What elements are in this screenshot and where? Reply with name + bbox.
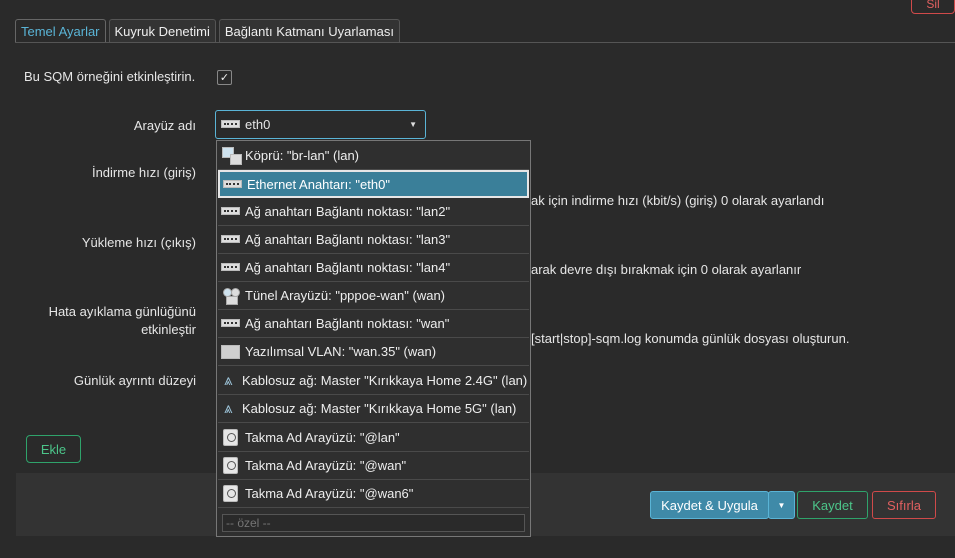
option-label: Ethernet Anahtarı: "eth0" (247, 176, 390, 192)
ethernet-icon (221, 231, 242, 248)
dropdown-option[interactable]: Ağ anahtarı Bağlantı noktası: "wan" (218, 310, 529, 338)
save-apply-dropdown-button[interactable]: ▼ (768, 491, 795, 519)
download-help: ak için indirme hızı (kbit/s) (giriş) 0 … (531, 193, 825, 208)
interface-select[interactable]: eth0 ▼ (215, 110, 426, 139)
upload-label: Yükleme hızı (çıkış) (81, 235, 196, 250)
dropdown-option[interactable]: ⩓ Kablosuz ağ: Master "Kırıkkaya Home 2.… (218, 367, 529, 395)
option-label: Ağ anahtarı Bağlantı noktası: "lan3" (245, 232, 451, 247)
dropdown-option[interactable]: Yazılımsal VLAN: "wan.35" (wan) (218, 338, 529, 366)
ethernet-icon (223, 176, 244, 193)
alias-icon (221, 429, 242, 446)
tab-basic-settings[interactable]: Temel Ayarlar (15, 19, 106, 42)
chevron-down-icon: ▼ (409, 120, 417, 129)
interface-dropdown: Köprü: "br-lan" (lan) Ethernet Anahtarı:… (216, 140, 531, 537)
vlan-icon (221, 343, 242, 360)
dropdown-option[interactable]: Tünel Arayüzü: "pppoe-wan" (wan) (218, 282, 529, 310)
custom-interface-input[interactable] (222, 514, 525, 532)
option-label: Ağ anahtarı Bağlantı noktası: "wan" (245, 316, 450, 331)
save-apply-button[interactable]: Kaydet & Uygula (650, 491, 769, 519)
ethernet-icon (221, 259, 242, 276)
dropdown-option-selected[interactable]: Ethernet Anahtarı: "eth0" (218, 170, 529, 198)
dropdown-option[interactable]: Köprü: "br-lan" (lan) (218, 142, 529, 170)
option-label: Köprü: "br-lan" (lan) (245, 148, 359, 163)
tunnel-icon (221, 287, 242, 305)
debug-label-line2: etkinleştir (141, 322, 196, 337)
dropdown-option[interactable]: ⩓ Kablosuz ağ: Master "Kırıkkaya Home 5G… (218, 395, 529, 423)
dropdown-option[interactable]: Takma Ad Arayüzü: "@wan" (218, 452, 529, 480)
dropdown-option[interactable]: Ağ anahtarı Bağlantı noktası: "lan3" (218, 226, 529, 254)
dropdown-option[interactable]: Takma Ad Arayüzü: "@wan6" (218, 480, 529, 508)
interface-select-value: eth0 (245, 117, 271, 132)
enable-label: Bu SQM örneğini etkinleştirin. (24, 69, 196, 84)
option-label: Takma Ad Arayüzü: "@wan6" (245, 486, 414, 501)
upload-help: arak devre dışı bırakmak için 0 olarak a… (531, 262, 802, 277)
tab-link-layer[interactable]: Bağlantı Katmanı Uyarlaması (218, 19, 400, 42)
ethernet-icon (221, 116, 242, 133)
download-label: İndirme hızı (giriş) (91, 165, 196, 180)
wifi-icon: ⩓ (224, 372, 233, 389)
option-label: Kablosuz ağ: Master "Kırıkkaya Home 2.4G… (242, 373, 528, 388)
option-label: Ağ anahtarı Bağlantı noktası: "lan2" (245, 204, 451, 219)
wifi-icon: ⩓ (224, 400, 233, 417)
interface-label: Arayüz adı (133, 118, 196, 133)
enable-checkbox[interactable]: ✓ (217, 70, 232, 85)
dropdown-option[interactable]: Ağ anahtarı Bağlantı noktası: "lan4" (218, 254, 529, 282)
ethernet-icon (221, 203, 242, 220)
option-label: Takma Ad Arayüzü: "@wan" (245, 458, 407, 473)
option-label: Tünel Arayüzü: "pppoe-wan" (wan) (245, 288, 446, 303)
option-label: Takma Ad Arayüzü: "@lan" (245, 430, 400, 445)
alias-icon (221, 457, 242, 474)
alias-icon (221, 485, 242, 502)
tab-queue-discipline[interactable]: Kuyruk Denetimi (108, 19, 216, 42)
reset-button[interactable]: Sıfırla (872, 491, 936, 519)
verbosity-label: Günlük ayrıntı düzeyi (73, 373, 196, 388)
option-label: Kablosuz ağ: Master "Kırıkkaya Home 5G" … (242, 401, 517, 416)
ethernet-icon (221, 315, 242, 332)
debug-label-line1: Hata ayıklama günlüğünü (48, 304, 196, 319)
save-button[interactable]: Kaydet (797, 491, 868, 519)
option-label: Yazılımsal VLAN: "wan.35" (wan) (245, 344, 437, 359)
delete-button[interactable]: Sil (911, 0, 955, 14)
tab-bar: Temel Ayarlar Kuyruk Denetimi Bağlantı K… (15, 19, 400, 42)
add-button[interactable]: Ekle (26, 435, 81, 463)
option-label: Ağ anahtarı Bağlantı noktası: "lan4" (245, 260, 451, 275)
tab-divider (15, 42, 955, 43)
dropdown-option[interactable]: Takma Ad Arayüzü: "@lan" (218, 424, 529, 452)
chevron-down-icon: ▼ (777, 500, 786, 510)
debug-help: [start|stop]-sqm.log konumda günlük dosy… (531, 331, 850, 346)
bridge-icon (221, 147, 242, 165)
dropdown-option[interactable]: Ağ anahtarı Bağlantı noktası: "lan2" (218, 198, 529, 226)
